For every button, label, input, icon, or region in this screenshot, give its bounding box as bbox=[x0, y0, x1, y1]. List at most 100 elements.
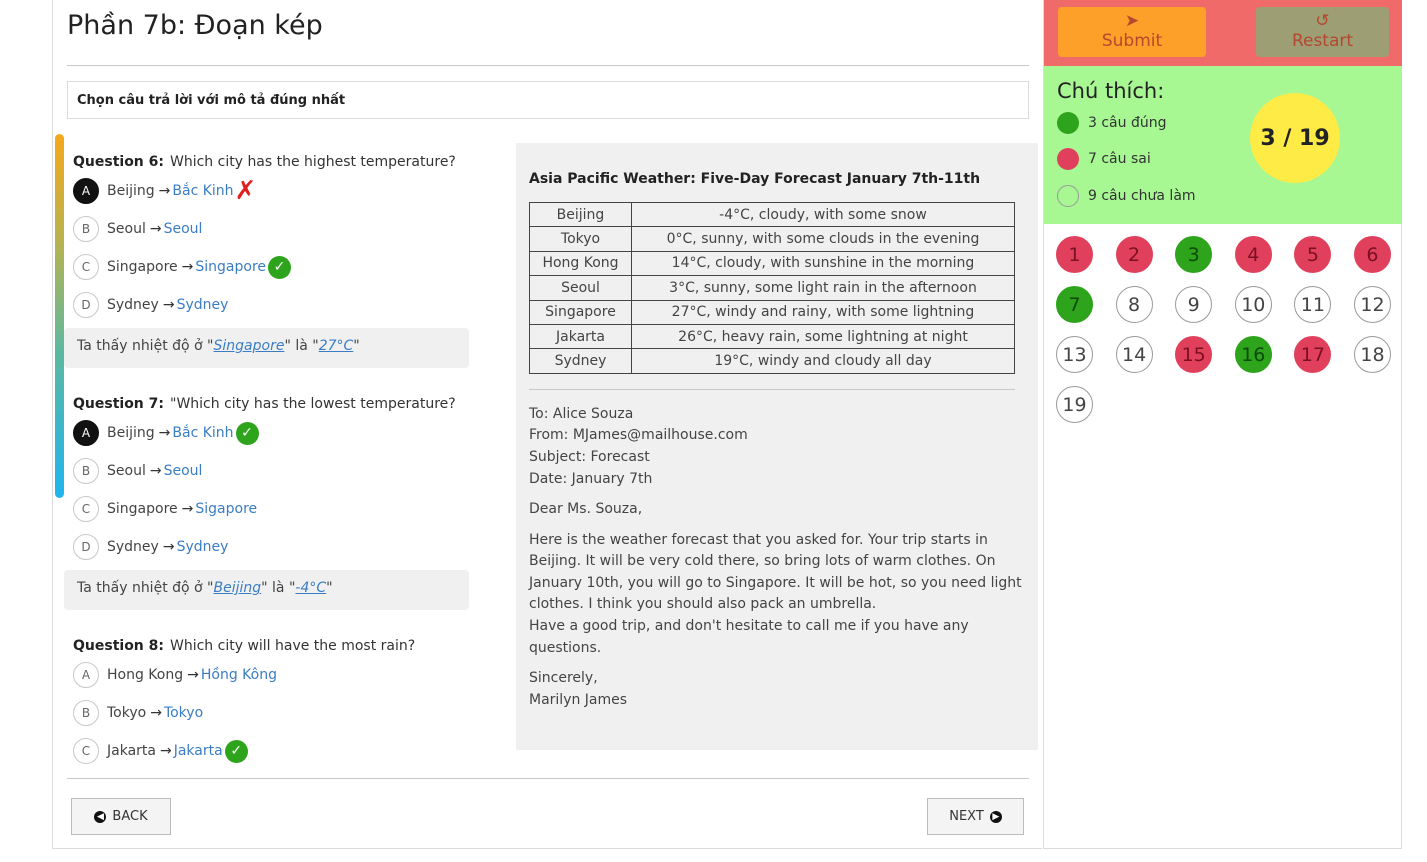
question-number-button[interactable]: 14 bbox=[1115, 336, 1153, 373]
explanation-text: " là " bbox=[284, 338, 319, 354]
email-to: To: Alice Souza bbox=[529, 405, 634, 422]
question-8: Question 8: Which city will have the most… bbox=[64, 624, 484, 764]
forecast-cell: 3°C, sunny, some light rain in the after… bbox=[631, 275, 1015, 301]
question-number-button[interactable]: 19 bbox=[1056, 386, 1093, 423]
question-text: "Which city has the lowest temperature? bbox=[170, 396, 456, 412]
legend-correct-label: 3 câu đúng bbox=[1088, 115, 1167, 131]
option-letter[interactable]: C bbox=[73, 254, 99, 280]
option-letter[interactable]: C bbox=[73, 496, 99, 522]
arrow-right-icon: → bbox=[158, 183, 171, 199]
city-cell: Beijing bbox=[529, 201, 632, 228]
question-number-button[interactable]: 17 bbox=[1294, 336, 1332, 373]
empty-dot-icon bbox=[1057, 185, 1079, 207]
question-number-button[interactable]: 15 bbox=[1175, 336, 1213, 373]
weather-table: Beijing -4°C, cloudy, with some snow Toky… bbox=[529, 201, 1015, 374]
question-number-button[interactable]: 16 bbox=[1234, 336, 1272, 373]
option-letter[interactable]: A bbox=[73, 420, 99, 446]
explanation-highlight: Beijing bbox=[213, 580, 262, 596]
option-letter[interactable]: D bbox=[73, 534, 99, 560]
table-row: Jakarta 26°C, heavy rain, some lightning … bbox=[529, 323, 1015, 350]
email-greeting: Dear Ms. Souza, bbox=[529, 501, 643, 518]
question-number-button[interactable]: 11 bbox=[1294, 286, 1332, 323]
correct-check-icon: ✓ bbox=[268, 255, 292, 279]
restart-button[interactable]: ↺ Restart bbox=[1256, 7, 1389, 57]
app-root: Phần 7b: Đoạn kép Chọn câu trả lời với m… bbox=[0, 0, 1427, 862]
option-a[interactable]: A Beijing → Bắc Kinh ✗ bbox=[64, 172, 484, 210]
legend-wrong: 7 câu sai bbox=[1057, 148, 1151, 170]
table-row: Seoul 3°C, sunny, some light rain in the … bbox=[529, 275, 1015, 301]
option-translation: Seoul bbox=[163, 463, 203, 479]
table-row: Singapore 27°C, windy and rainy, with som… bbox=[529, 299, 1015, 325]
option-b[interactable]: B Seoul → Seoul bbox=[64, 210, 484, 248]
correct-check-icon: ✓ bbox=[224, 739, 248, 763]
option-letter[interactable]: B bbox=[73, 458, 99, 484]
option-c[interactable]: C Jakarta → Jakarta ✓ bbox=[64, 732, 484, 764]
email-from: From: MJames@mailhouse.com bbox=[529, 427, 748, 444]
option-letter[interactable]: D bbox=[73, 292, 99, 318]
option-translation: Tokyo bbox=[163, 705, 204, 721]
legend-wrong-label: 7 câu sai bbox=[1088, 151, 1151, 167]
question-number-button[interactable]: 7 bbox=[1056, 286, 1093, 323]
forecast-cell: 19°C, windy and cloudy all day bbox=[631, 348, 1015, 374]
question-header: Question 6: Which city has the highest te… bbox=[64, 140, 484, 172]
question-number-button[interactable]: 9 bbox=[1175, 286, 1213, 323]
question-number-button[interactable]: 8 bbox=[1115, 286, 1153, 323]
question-number-button[interactable]: 10 bbox=[1234, 286, 1272, 323]
email-text: To: Alice Souza From: MJames@mailhouse.c… bbox=[529, 404, 1025, 712]
option-translation: Singapore bbox=[195, 259, 267, 275]
option-translation: Jakarta bbox=[173, 743, 223, 759]
question-number-button[interactable]: 3 bbox=[1175, 236, 1213, 273]
option-d[interactable]: D Sydney → Sydney bbox=[64, 286, 484, 324]
arrow-right-icon: → bbox=[149, 463, 162, 479]
circle-arrow-left-icon: ◀ bbox=[94, 810, 107, 823]
table-row: Beijing -4°C, cloudy, with some snow bbox=[529, 201, 1015, 228]
option-letter[interactable]: A bbox=[73, 662, 99, 688]
option-letter[interactable]: B bbox=[73, 700, 99, 726]
option-letter[interactable]: A bbox=[73, 178, 99, 204]
question-number-button[interactable]: 13 bbox=[1056, 336, 1093, 373]
questions-scroll-area[interactable]: Question 6: Which city has the highest te… bbox=[64, 140, 484, 764]
option-letter[interactable]: B bbox=[73, 216, 99, 242]
option-c[interactable]: C Singapore → Singapore ✓ bbox=[64, 248, 484, 286]
undo-icon: ↺ bbox=[1315, 11, 1330, 31]
question-number-button[interactable]: 6 bbox=[1353, 236, 1391, 273]
option-translation: Hồng Kông bbox=[200, 667, 277, 683]
option-a[interactable]: A Beijing → Bắc Kinh ✓ bbox=[64, 414, 484, 452]
option-text: Seoul bbox=[107, 221, 146, 237]
red-dot-icon bbox=[1057, 148, 1079, 170]
back-button[interactable]: ◀ BACK bbox=[71, 798, 171, 835]
option-a[interactable]: A Hong Kong → Hồng Kông bbox=[64, 656, 484, 694]
page-title: Phần 7b: Đoạn kép bbox=[67, 10, 323, 41]
option-b[interactable]: B Tokyo → Tokyo bbox=[64, 694, 484, 732]
forecast-cell: 14°C, cloudy, with sunshine in the morni… bbox=[631, 250, 1015, 277]
submit-button[interactable]: ➤ Submit bbox=[1058, 7, 1206, 57]
arrow-right-icon: → bbox=[159, 743, 172, 759]
progress-strip bbox=[55, 134, 64, 498]
city-cell: Jakarta bbox=[529, 323, 632, 350]
question-number-button[interactable]: 2 bbox=[1115, 236, 1153, 273]
option-d[interactable]: D Sydney → Sydney bbox=[64, 528, 484, 566]
option-letter[interactable]: C bbox=[73, 738, 99, 764]
table-row: Sydney 19°C, windy and cloudy all day bbox=[529, 348, 1015, 374]
option-c[interactable]: C Singapore → Sigapore bbox=[64, 490, 484, 528]
correct-check-icon: ✓ bbox=[235, 421, 259, 445]
question-number-button[interactable]: 5 bbox=[1294, 236, 1332, 273]
next-button[interactable]: NEXT ▶ bbox=[927, 798, 1024, 835]
question-number-button[interactable]: 18 bbox=[1353, 336, 1391, 373]
option-translation: Sydney bbox=[176, 539, 229, 555]
question-header: Question 8: Which city will have the most… bbox=[64, 624, 484, 656]
arrow-right-icon: → bbox=[149, 221, 162, 237]
question-number-button[interactable]: 1 bbox=[1056, 236, 1093, 273]
legend-unanswered: 9 câu chưa làm bbox=[1057, 185, 1196, 207]
city-cell: Seoul bbox=[529, 275, 632, 301]
legend-unanswered-label: 9 câu chưa làm bbox=[1088, 188, 1196, 204]
circle-arrow-right-icon: ▶ bbox=[989, 810, 1002, 823]
question-number-button[interactable]: 4 bbox=[1234, 236, 1272, 273]
legend-panel: Chú thích: 3 câu đúng 7 câu sai 9 câu ch… bbox=[1044, 66, 1402, 224]
question-number-button[interactable]: 12 bbox=[1353, 286, 1391, 323]
option-b[interactable]: B Seoul → Seoul bbox=[64, 452, 484, 490]
legend-title: Chú thích: bbox=[1057, 79, 1165, 103]
sidebar: ➤ Submit ↺ Restart Chú thích: 3 câu đúng… bbox=[1043, 0, 1402, 849]
paper-plane-icon: ➤ bbox=[1124, 11, 1140, 31]
